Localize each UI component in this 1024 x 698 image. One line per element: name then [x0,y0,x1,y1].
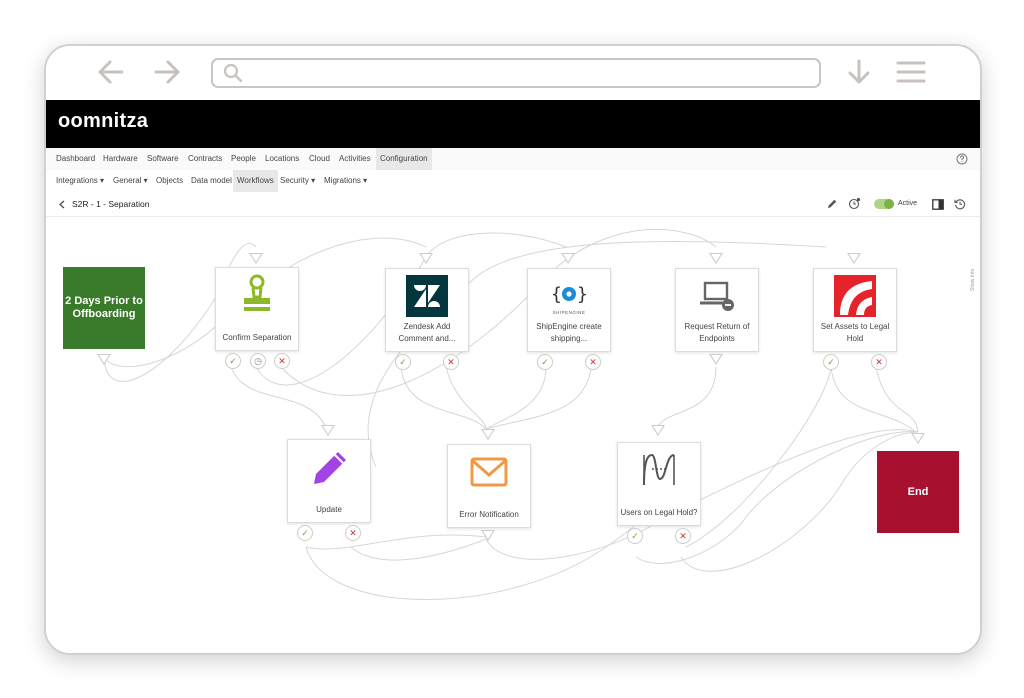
hamburger-menu-icon[interactable] [896,59,926,85]
error-notification-node[interactable]: Error Notification [447,444,531,528]
request-return-node[interactable]: Request Return of Endpoints [675,268,759,352]
confirm-timeout-port[interactable]: ◷ [250,353,266,369]
submenu-data-model[interactable]: Data model [187,170,236,192]
error-notification-label: Error Notification [459,510,519,519]
menu-dashboard[interactable]: Dashboard [52,148,99,170]
workflow-title: S2R - 1 - Separation [72,199,150,209]
zendesk-success-port[interactable]: ✓ [395,354,411,370]
submenu-migrations[interactable]: Migrations ▾ [320,170,371,192]
history-icon[interactable] [954,198,966,210]
help-icon[interactable] [956,153,968,165]
laptop-remove-icon [700,281,734,311]
menu-locations[interactable]: Locations [261,148,303,170]
download-icon[interactable] [846,58,872,86]
confirm-success-port[interactable]: ✓ [225,353,241,369]
envelope-icon [470,457,508,487]
legal-failure-port[interactable]: ✕ [871,354,887,370]
legal-hold-logo-icon [834,275,876,317]
legal-success-port[interactable]: ✓ [823,354,839,370]
shipengine-input-port[interactable] [561,253,575,264]
end-node-label: End [907,486,929,498]
shipengine-label: ShipEngine create shipping... [536,322,602,343]
shipengine-node[interactable]: { } SHIPENGINE ShipEngine create shippin… [527,268,611,352]
request-input-port[interactable] [709,253,723,264]
workflow-canvas[interactable]: 2 Days Prior to Offboarding Confirm Sepa… [46,217,980,653]
users-legal-hold-node[interactable]: Users on Legal Hold? [617,442,701,526]
zendesk-label: Zendesk Add Comment and... [398,322,456,343]
browser-chrome [46,46,980,100]
legal-input-port[interactable] [847,253,861,264]
submenu-integrations[interactable]: Integrations ▾ [52,170,108,192]
forward-arrow-icon[interactable] [152,58,182,86]
zendesk-logo-icon [406,275,448,317]
menu-cloud[interactable]: Cloud [305,148,334,170]
request-return-label: Request Return of Endpoints [684,322,750,343]
pencil-icon[interactable] [826,198,838,210]
svg-text:{: { [551,284,562,305]
update-failure-port[interactable]: ✕ [345,525,361,541]
end-input-port[interactable] [911,433,925,444]
submenu-objects[interactable]: Objects [152,170,187,192]
confirm-separation-label: Confirm Separation [222,333,292,342]
app-header: oomnitza [46,100,980,148]
show-info-tab[interactable]: Show Info [970,245,980,291]
error-output-port[interactable] [481,530,495,541]
menu-contracts[interactable]: Contracts [184,148,226,170]
update-success-port[interactable]: ✓ [297,525,313,541]
submenu-general[interactable]: General ▾ [109,170,152,192]
svg-text:}: } [577,284,588,305]
users-yes-port[interactable]: ✓ [627,528,643,544]
device-frame: oomnitza Dashboard Hardware Software Con… [44,44,982,655]
start-trigger-node[interactable]: 2 Days Prior to Offboarding [63,267,145,349]
stamp-icon [244,274,270,311]
legal-hold-label: Set Assets to Legal Hold [820,322,890,343]
end-node[interactable]: End [877,451,959,533]
update-label: Update [316,505,342,514]
main-menu: Dashboard Hardware Software Contracts Pe… [46,148,980,171]
active-toggle[interactable] [874,199,894,209]
zendesk-node[interactable]: Zendesk Add Comment and... [385,268,469,352]
search-icon [223,63,243,83]
shipengine-success-port[interactable]: ✓ [537,354,553,370]
request-output-port[interactable] [709,354,723,365]
submenu-workflows[interactable]: Workflows [233,170,278,192]
confirm-input-port[interactable] [249,253,263,264]
zendesk-failure-port[interactable]: ✕ [443,354,459,370]
update-input-port[interactable] [321,425,335,436]
sub-menu: Integrations ▾ General ▾ Objects Data mo… [46,170,980,193]
submenu-security[interactable]: Security ▾ [276,170,319,192]
confirm-failure-port[interactable]: ✕ [274,353,290,369]
panel-toggle-icon[interactable] [932,199,944,210]
shipengine-failure-port[interactable]: ✕ [585,354,601,370]
menu-activities[interactable]: Activities [335,148,375,170]
zendesk-input-port[interactable] [419,253,433,264]
legal-hold-node[interactable]: Set Assets to Legal Hold [813,268,897,352]
shipengine-wordmark: SHIPENGINE [552,310,586,315]
chevron-left-icon[interactable] [58,200,66,209]
users-input-port[interactable] [651,425,665,436]
update-node[interactable]: Update [287,439,371,523]
users-no-port[interactable]: ✕ [675,528,691,544]
back-arrow-icon[interactable] [96,58,126,86]
error-input-port[interactable] [481,429,495,440]
start-node-label: 2 Days Prior to Offboarding [65,295,143,320]
schedule-settings-icon[interactable] [848,197,861,210]
address-bar[interactable] [211,58,821,88]
active-status-label: Active [898,200,918,207]
menu-hardware[interactable]: Hardware [99,148,142,170]
pencil-edit-icon [314,452,346,484]
users-legal-hold-label: Users on Legal Hold? [620,508,698,517]
start-output-port[interactable] [97,354,111,365]
menu-software[interactable]: Software [143,148,183,170]
oomnitza-logo[interactable]: oomnitza [58,110,148,133]
menu-people[interactable]: People [227,148,260,170]
workflow-toolbar: S2R - 1 - Separation Active [46,192,980,217]
confirm-separation-node[interactable]: Confirm Separation [215,267,299,351]
menu-configuration[interactable]: Configuration [376,148,432,170]
condition-branch-icon [643,453,675,486]
